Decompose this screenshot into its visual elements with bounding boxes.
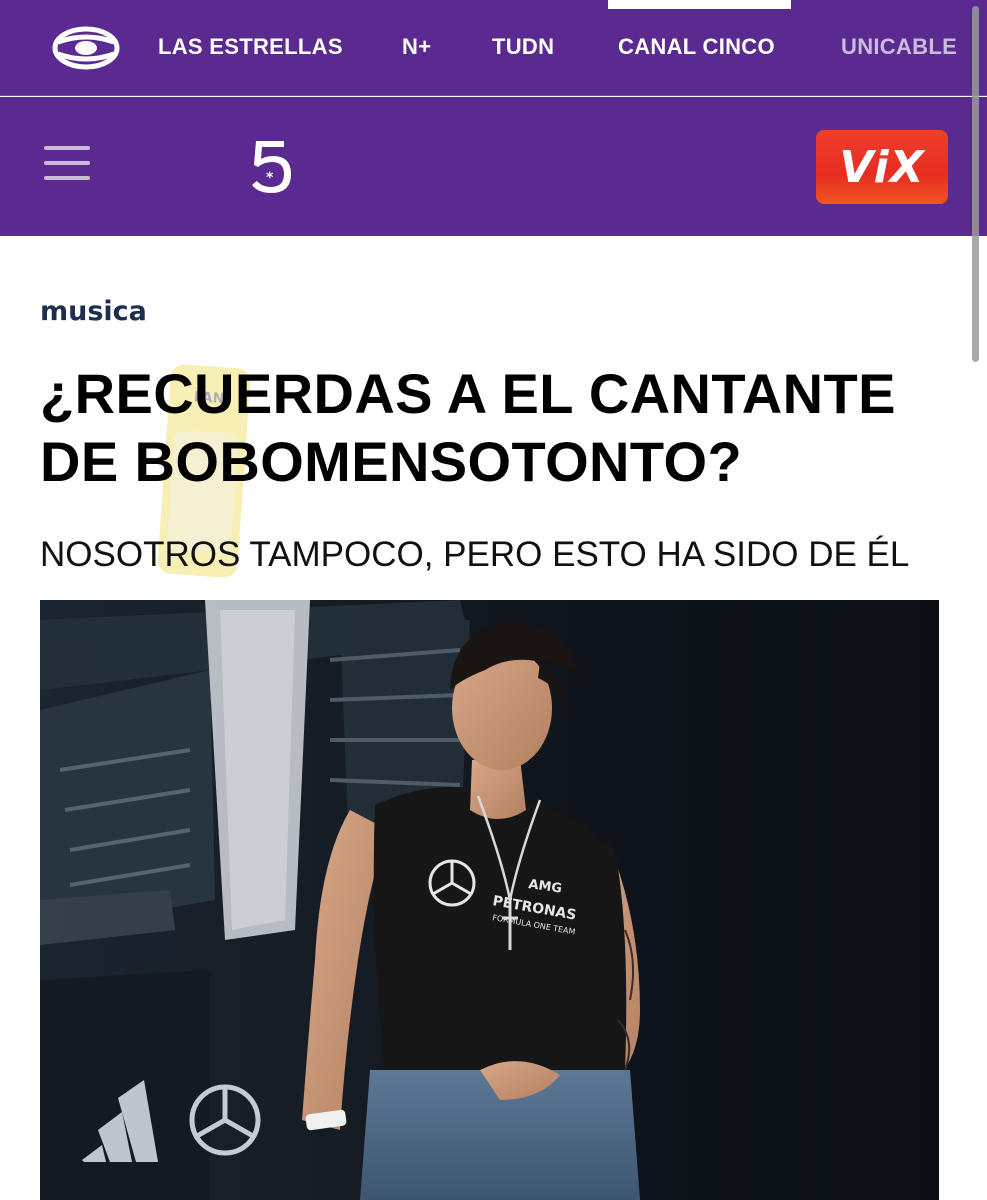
active-tab-indicator (608, 0, 791, 9)
channel-header: * ViX (0, 97, 987, 236)
article-subheadline: NOSOTROS TAMPOCO, PERO ESTO HA SIDO DE É… (40, 535, 910, 574)
televisa-logo-icon[interactable] (52, 26, 120, 70)
nav-link-las-estrellas[interactable]: LAS ESTRELLAS (158, 34, 343, 60)
nav-link-canal-cinco[interactable]: CANAL CINCO (618, 34, 775, 60)
nav-link-unicable[interactable]: UNICABLE (841, 34, 957, 60)
headline-line-1: ¿RECUERDAS A EL CANTANTE (40, 362, 896, 425)
article-hero-image[interactable]: AMG PETRONAS FORMULA ONE TEAM (40, 600, 939, 1200)
headline-line-2: DE BOBOMENSOTONTO? (40, 430, 743, 493)
nav-link-n-plus[interactable]: N+ (402, 34, 431, 60)
canal-5-logo-icon[interactable]: * (246, 137, 298, 197)
network-nav-bar: LAS ESTRELLAS N+ TUDN CANAL CINCO UNICAB… (0, 0, 987, 96)
article-headline: ¿RECUERDAS A EL CANTANTE DE BOBOMENSOTON… (40, 360, 960, 496)
nav-link-tudn[interactable]: TUDN (492, 34, 554, 60)
vix-button[interactable]: ViX (816, 130, 948, 204)
article-category[interactable]: musica (40, 296, 147, 327)
page-scrollbar[interactable] (972, 6, 979, 362)
svg-text:*: * (266, 170, 274, 186)
hamburger-menu-icon[interactable] (44, 146, 90, 182)
